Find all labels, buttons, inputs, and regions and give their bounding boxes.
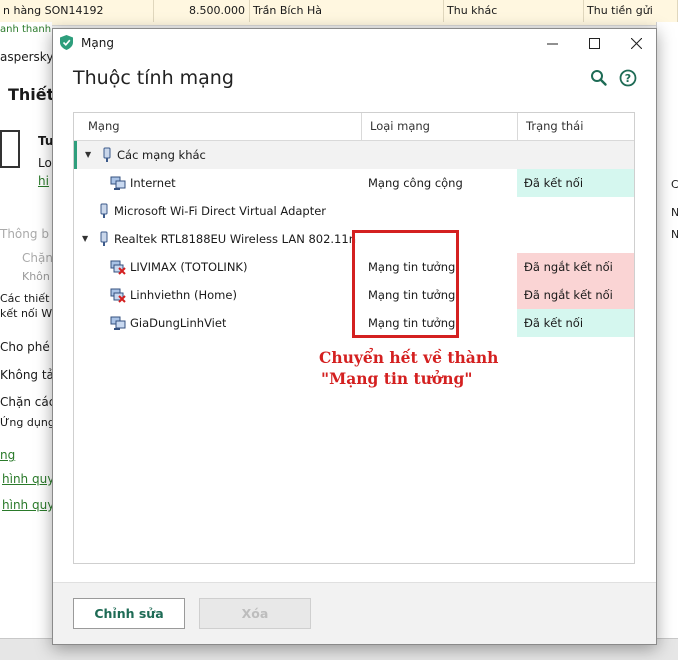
status-badge: Đã kết nối	[517, 309, 634, 337]
network-name: Microsoft Wi-Fi Direct Virtual Adapter	[114, 204, 327, 218]
column-header-network[interactable]: Mạng	[74, 113, 361, 140]
bg-text: Khôn	[22, 270, 50, 283]
annotation-text: Chuyển hết về thành "Mạng tin tưởng"	[319, 347, 519, 389]
window-title: Mạng	[81, 36, 114, 50]
type-cell: Thu khác	[444, 0, 584, 22]
table-header: Mạng Loại mạng Trạng thái	[74, 113, 634, 141]
bg-text: aspersky	[0, 50, 52, 64]
dialog-footer: Chỉnh sửa Xóa	[53, 582, 656, 644]
status-badge: Đã ngắt kết nối	[517, 253, 634, 281]
bg-text: C	[671, 178, 678, 191]
network-name: Realtek RTL8188EU Wireless LAN 802.11n U…	[114, 232, 359, 246]
disconnected-network-icon	[110, 288, 126, 303]
maximize-button[interactable]	[573, 29, 615, 58]
bg-text: N	[671, 206, 678, 219]
chevron-down-icon[interactable]: ▼	[85, 150, 95, 160]
bg-text: Cho phé	[0, 340, 50, 354]
bg-link: ng	[0, 448, 16, 462]
network-adapter-icon	[103, 147, 111, 162]
title-bar: Mạng	[53, 29, 656, 58]
annotation-highlight-box	[352, 230, 459, 338]
svg-text:?: ?	[625, 72, 631, 85]
method-cell: Thu tiền gửi	[584, 0, 678, 22]
maximize-icon	[588, 38, 600, 49]
customer-cell: Trần Bích Hà	[250, 0, 444, 22]
bg-text: Các thiết	[0, 292, 50, 305]
annotation-line-2: "Mạng tin tưởng"	[321, 369, 473, 388]
amount-cell: 8.500.000	[154, 0, 250, 22]
minimize-icon	[546, 43, 558, 45]
help-icon[interactable]: ?	[619, 69, 637, 87]
status-badge: Đã kết nối	[517, 169, 634, 197]
search-icon[interactable]	[590, 69, 608, 87]
background-spreadsheet-row: n hàng SON14192 8.500.000 Trần Bích Hà T…	[0, 0, 678, 26]
disconnected-network-icon	[110, 260, 126, 275]
bg-text: Chặn	[22, 251, 52, 265]
network-properties-dialog: Mạng Thuộc tính mạng ? Mạng Loại mạng Tr…	[52, 28, 657, 645]
bg-text: Không tả	[0, 368, 52, 382]
bg-link: hình quy	[2, 472, 52, 486]
bg-text: Tu	[38, 134, 52, 148]
page-title: Thuộc tính mạng	[73, 67, 234, 89]
chevron-down-icon[interactable]: ▼	[82, 234, 92, 244]
wired-network-icon	[110, 176, 126, 190]
network-name: Linhviethn (Home)	[130, 288, 237, 302]
firewall-icon	[0, 130, 20, 168]
background-right-panel: C N N	[656, 22, 678, 660]
bg-text: Lo	[38, 156, 52, 170]
column-header-network-type[interactable]: Loại mạng	[361, 113, 517, 140]
network-name: Internet	[130, 176, 176, 190]
bg-text: N	[671, 228, 678, 241]
background-kaspersky-panel: anh thanh to aspersky Thiết Tu Lo hi Thô…	[0, 22, 52, 660]
close-button[interactable]	[615, 29, 657, 58]
bg-text: anh thanh to	[0, 24, 52, 35]
bg-text: Ứng dụng	[0, 416, 52, 429]
close-icon	[630, 38, 642, 49]
annotation-line-1: Chuyển hết về thành	[319, 348, 499, 367]
network-name: GiaDungLinhViet	[130, 316, 227, 330]
edit-button[interactable]: Chỉnh sửa	[73, 598, 185, 629]
delete-button[interactable]: Xóa	[199, 598, 311, 629]
kaspersky-shield-icon	[60, 35, 73, 50]
table-row[interactable]: Internet Mạng công cộng Đã kết nối	[74, 169, 634, 197]
invoice-cell: n hàng SON14192	[0, 0, 154, 22]
bg-text: Thông b	[0, 227, 49, 241]
minimize-button[interactable]	[531, 29, 573, 58]
table-row-group[interactable]: ▼ Các mạng khác	[74, 141, 634, 169]
bg-text: Thiết	[8, 85, 52, 104]
network-name: Các mạng khác	[117, 148, 206, 162]
bg-link: hình quy	[2, 498, 52, 512]
network-adapter-icon	[100, 203, 108, 218]
wired-network-icon	[110, 316, 126, 330]
network-name: LIVIMAX (TOTOLINK)	[130, 260, 248, 274]
table-row[interactable]: Microsoft Wi-Fi Direct Virtual Adapter	[74, 197, 634, 225]
network-type: Mạng công cộng	[368, 176, 463, 190]
bg-link: hi	[38, 174, 49, 188]
network-adapter-icon	[100, 231, 108, 246]
column-header-status[interactable]: Trạng thái	[517, 113, 634, 140]
status-badge: Đã ngắt kết nối	[517, 281, 634, 309]
bg-text: Chặn các	[0, 395, 52, 409]
network-table: Mạng Loại mạng Trạng thái ▼ Các mạng khá…	[73, 112, 635, 564]
bg-text: kết nối W	[0, 307, 52, 320]
